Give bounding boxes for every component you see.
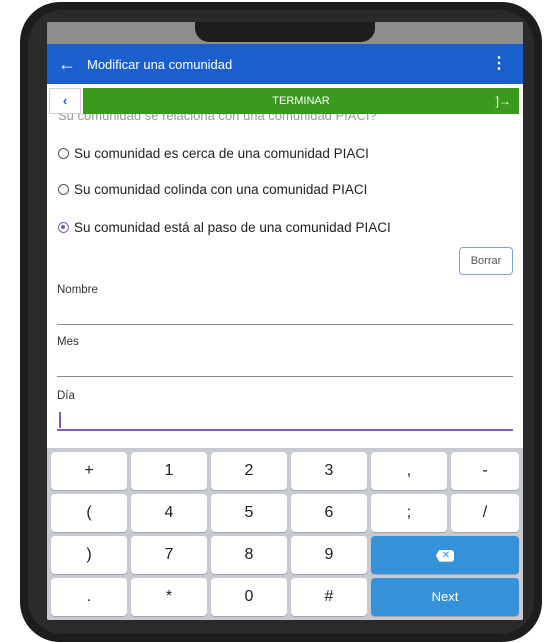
key-6[interactable]: 6 bbox=[291, 494, 367, 532]
key-open-paren[interactable]: ( bbox=[51, 494, 127, 532]
radio-checked-icon bbox=[58, 222, 69, 233]
key-close-paren[interactable]: ) bbox=[51, 536, 127, 574]
key-4[interactable]: 4 bbox=[131, 494, 207, 532]
action-row: ‹ TERMINAR ]→ bbox=[47, 88, 523, 114]
key-5[interactable]: 5 bbox=[211, 494, 287, 532]
arrow-left-icon[interactable]: ← bbox=[47, 44, 87, 84]
key-plus[interactable]: + bbox=[51, 452, 127, 490]
key-8[interactable]: 8 bbox=[211, 536, 287, 574]
key-hash[interactable]: # bbox=[291, 578, 367, 616]
more-vertical-icon[interactable]: ⋮ bbox=[491, 44, 507, 84]
clear-button[interactable]: Borrar bbox=[459, 247, 513, 275]
mes-label: Mes bbox=[57, 336, 79, 348]
key-slash[interactable]: / bbox=[451, 494, 519, 532]
radio-unchecked-icon bbox=[58, 184, 69, 195]
radio-option-al-paso[interactable]: Su comunidad está al paso de una comunid… bbox=[58, 220, 391, 235]
backspace-icon: ✕ bbox=[435, 549, 455, 562]
key-semicolon[interactable]: ; bbox=[371, 494, 447, 532]
radio-option-label: Su comunidad colinda con una comunidad P… bbox=[74, 182, 368, 197]
chevron-left-icon: ‹ bbox=[62, 93, 68, 108]
app-screen: ← Modificar una comunidad ⋮ ‹ TERMINAR ]… bbox=[47, 22, 523, 620]
numeric-keyboard: + 1 2 3 , - ( 4 5 6 ; / ) 7 8 9 ✕ . * 0 … bbox=[47, 448, 523, 620]
radio-option-colinda[interactable]: Su comunidad colinda con una comunidad P… bbox=[58, 182, 367, 197]
app-bar: ← Modificar una comunidad ⋮ bbox=[47, 44, 523, 84]
camera-notch bbox=[195, 22, 375, 42]
radio-unchecked-icon bbox=[58, 148, 69, 159]
radio-option-cerca[interactable]: Su comunidad es cerca de una comunidad P… bbox=[58, 146, 369, 161]
page-title: Modificar una comunidad bbox=[87, 56, 233, 72]
radio-option-label: Su comunidad es cerca de una comunidad P… bbox=[74, 146, 369, 161]
dia-label: Día bbox=[57, 390, 75, 402]
nombre-label: Nombre bbox=[57, 284, 98, 296]
key-3[interactable]: 3 bbox=[291, 452, 367, 490]
key-1[interactable]: 1 bbox=[131, 452, 207, 490]
backspace-key[interactable]: ✕ bbox=[371, 536, 519, 574]
text-cursor bbox=[59, 412, 61, 428]
nombre-input[interactable] bbox=[57, 324, 513, 325]
key-9[interactable]: 9 bbox=[291, 536, 367, 574]
mes-input[interactable] bbox=[57, 376, 513, 377]
finish-button[interactable]: TERMINAR ]→ bbox=[83, 88, 519, 114]
key-minus[interactable]: - bbox=[451, 452, 519, 490]
key-period[interactable]: . bbox=[51, 578, 127, 616]
next-key[interactable]: Next bbox=[371, 578, 519, 616]
key-2[interactable]: 2 bbox=[211, 452, 287, 490]
exit-icon: ]→ bbox=[495, 94, 511, 108]
key-asterisk[interactable]: * bbox=[131, 578, 207, 616]
key-7[interactable]: 7 bbox=[131, 536, 207, 574]
question-label: Su comunidad se relaciona con una comuni… bbox=[58, 114, 377, 123]
dia-input[interactable] bbox=[57, 429, 513, 431]
key-0[interactable]: 0 bbox=[211, 578, 287, 616]
key-comma[interactable]: , bbox=[371, 452, 447, 490]
previous-button[interactable]: ‹ bbox=[49, 88, 81, 114]
radio-option-label: Su comunidad está al paso de una comunid… bbox=[74, 220, 391, 235]
finish-button-label: TERMINAR bbox=[272, 95, 330, 107]
status-bar bbox=[47, 22, 523, 44]
